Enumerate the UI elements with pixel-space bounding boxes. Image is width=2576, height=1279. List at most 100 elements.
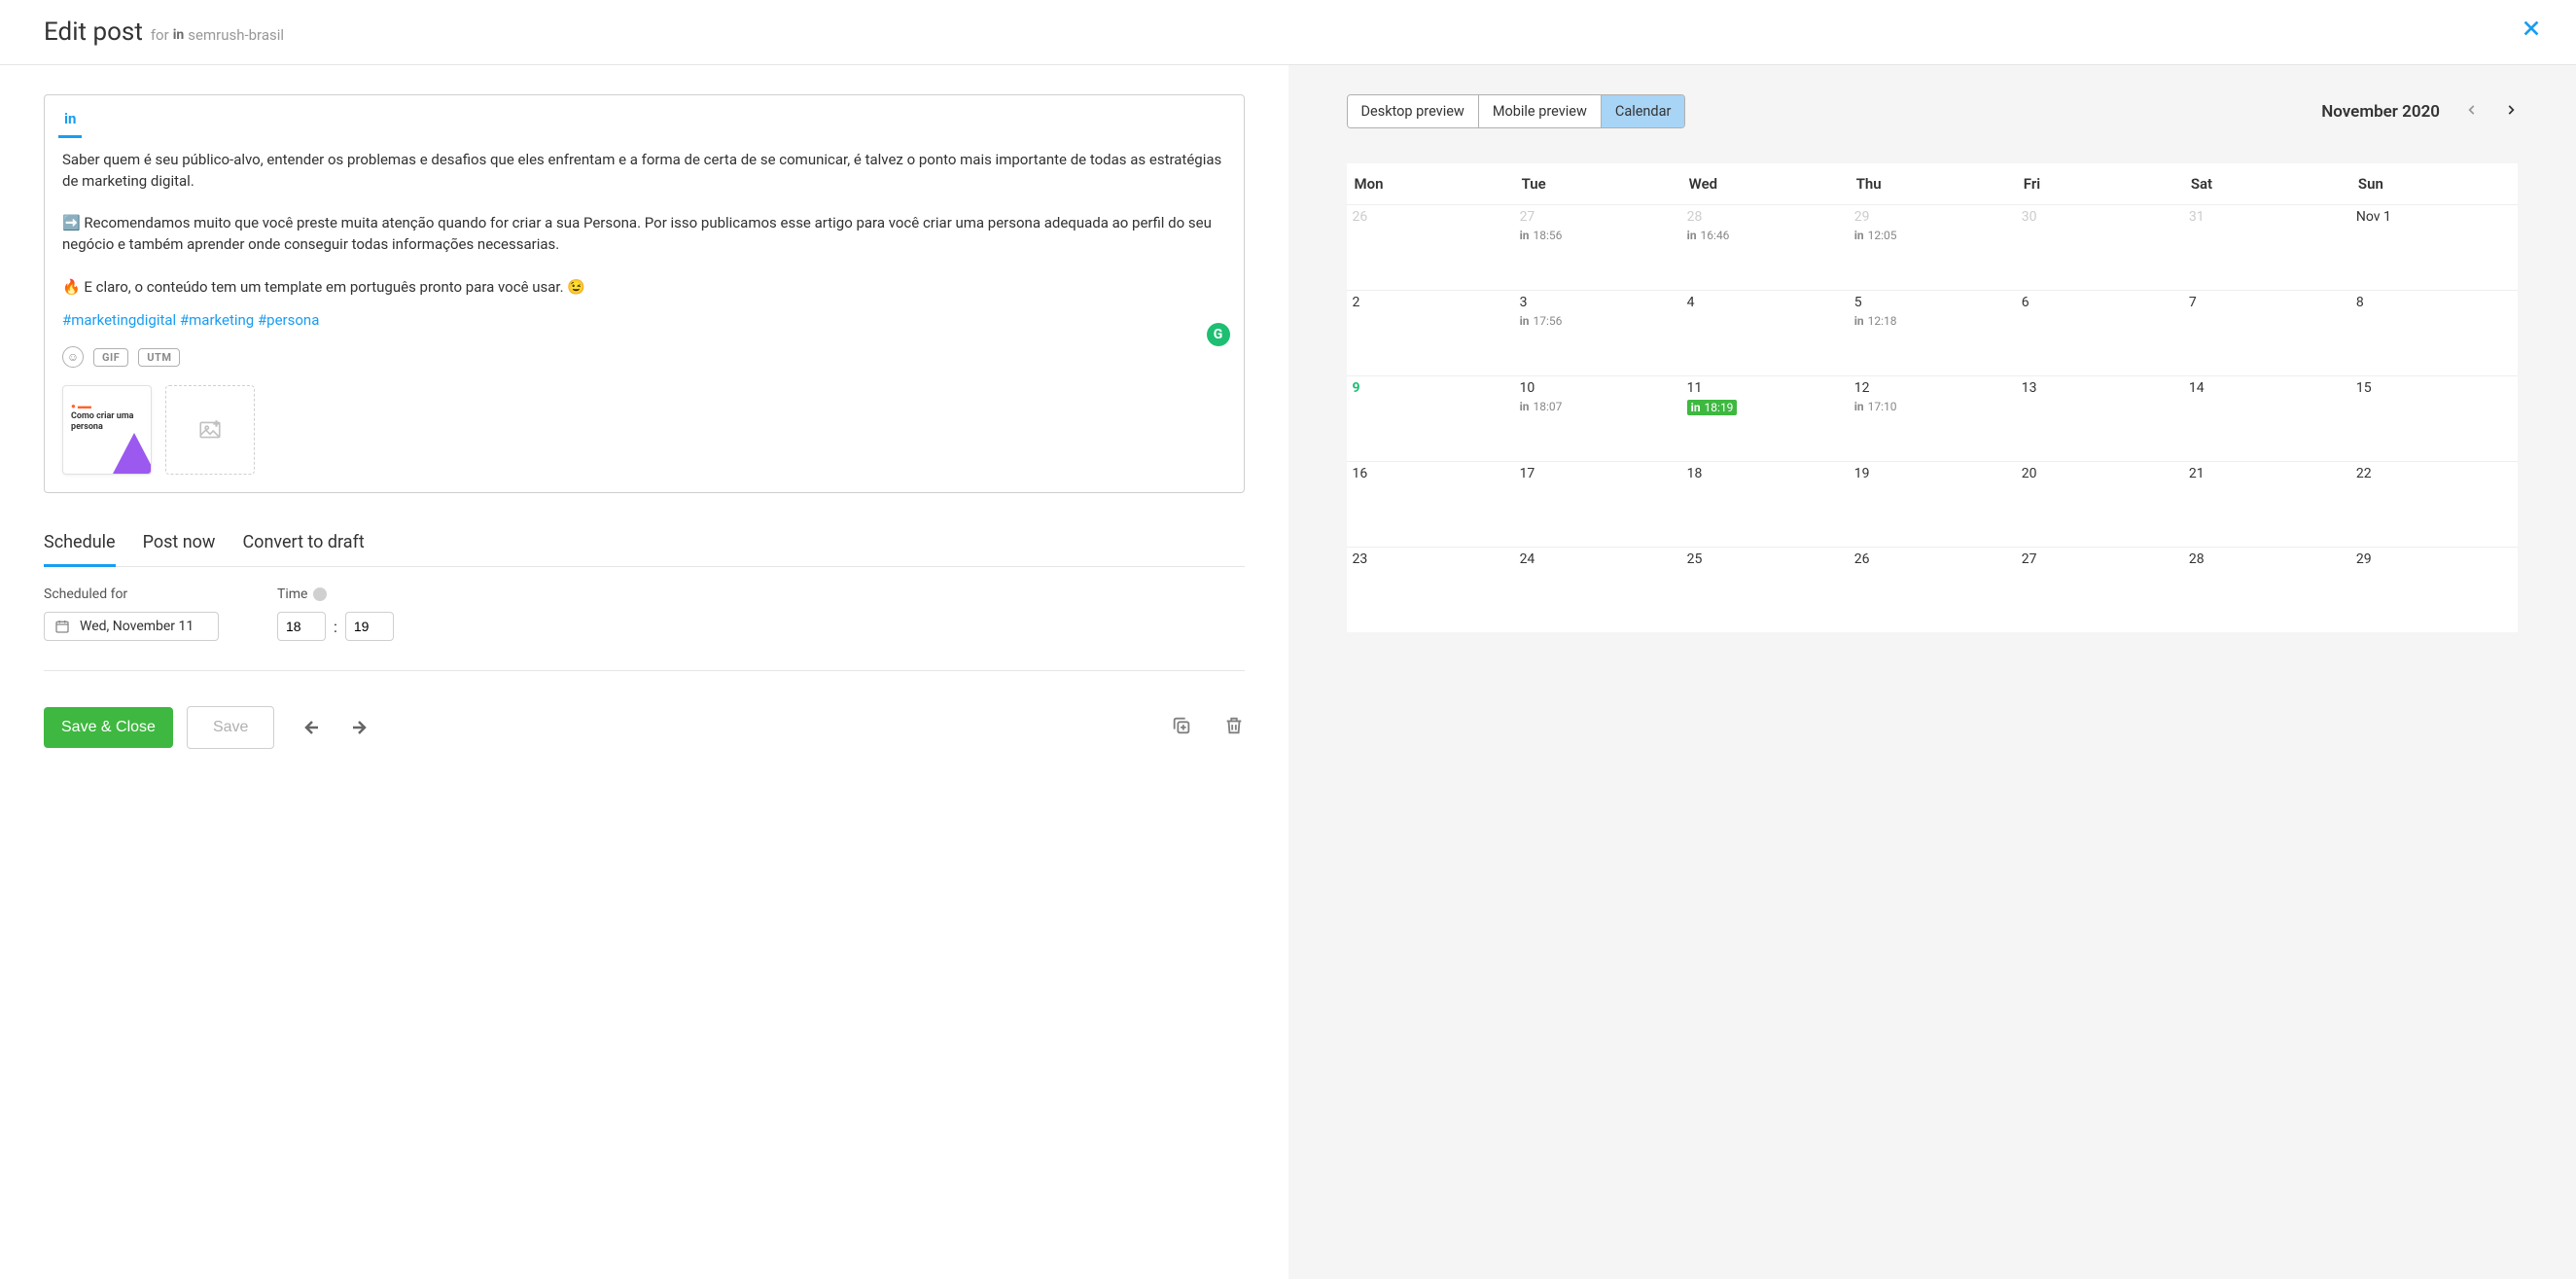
minute-input[interactable]	[345, 612, 394, 641]
calendar-dow: Fri	[2016, 163, 2183, 204]
next-month-button[interactable]	[2504, 102, 2518, 121]
compose-box: in Saber quem é seu público-alvo, entend…	[44, 94, 1245, 493]
account-context: for in semrush-brasil	[151, 26, 284, 44]
calendar-day[interactable]: 18	[1681, 461, 1849, 547]
calendar-dow: Wed	[1681, 163, 1849, 204]
calendar-month: November 2020	[2321, 102, 2440, 122]
duplicate-button[interactable]	[1171, 715, 1192, 740]
calendar-day[interactable]: 25	[1681, 547, 1849, 632]
linkedin-icon: in	[1520, 229, 1530, 242]
calendar-day[interactable]: 7	[2183, 290, 2350, 375]
header: Edit post for in semrush-brasil	[0, 0, 2576, 65]
close-button[interactable]	[2521, 18, 2542, 43]
calendar-event[interactable]: in18:07	[1520, 400, 1676, 413]
post-hashtags[interactable]: #marketingdigital #marketing #persona	[62, 311, 1226, 329]
prev-month-button[interactable]	[2465, 102, 2479, 121]
calendar-day[interactable]: 5in12:18	[1849, 290, 2016, 375]
calendar-day[interactable]: 2	[1347, 290, 1514, 375]
linkedin-icon: in	[173, 27, 185, 43]
calendar-day[interactable]: 31	[2183, 204, 2350, 290]
delete-button[interactable]	[1223, 715, 1245, 740]
calendar-event[interactable]: in17:10	[1854, 400, 2010, 413]
attached-image[interactable]: Como criar uma persona	[62, 385, 152, 475]
calendar-day[interactable]: 11in18:19	[1681, 375, 1849, 461]
linkedin-icon: in	[1854, 314, 1864, 328]
publish-mode-tabs: Schedule Post now Convert to draft	[44, 532, 1245, 567]
calendar-dow: Tue	[1514, 163, 1681, 204]
tab-schedule[interactable]: Schedule	[44, 532, 116, 567]
semrush-logo-icon	[71, 394, 92, 404]
calendar-day[interactable]: 29	[2350, 547, 2518, 632]
calendar-dow: Mon	[1347, 163, 1514, 204]
calendar-day[interactable]: 6	[2016, 290, 2183, 375]
calendar-day[interactable]: 15	[2350, 375, 2518, 461]
grammarly-icon[interactable]: G	[1207, 323, 1230, 346]
calendar-event[interactable]: in12:05	[1854, 229, 2010, 242]
calendar-day[interactable]: 4	[1681, 290, 1849, 375]
date-picker[interactable]: Wed, November 11	[44, 612, 219, 641]
calendar-day[interactable]: 26	[1849, 547, 2016, 632]
calendar-dow: Sun	[2350, 163, 2518, 204]
post-textarea[interactable]: Saber quem é seu público-alvo, entender …	[62, 150, 1226, 298]
calendar-day[interactable]: 24	[1514, 547, 1681, 632]
calendar-day[interactable]: 22	[2350, 461, 2518, 547]
calendar-dow: Thu	[1849, 163, 2016, 204]
utm-button[interactable]: UTM	[138, 348, 180, 367]
seg-mobile[interactable]: Mobile preview	[1479, 95, 1602, 127]
seg-desktop[interactable]: Desktop preview	[1348, 95, 1479, 127]
time-label: Time	[277, 586, 394, 602]
calendar-icon	[54, 619, 70, 634]
prev-post-button[interactable]	[296, 713, 325, 742]
linkedin-icon: in	[1520, 314, 1530, 328]
linkedin-icon: in	[1687, 229, 1697, 242]
linkedin-icon: in	[1691, 401, 1701, 414]
page-title: Edit post	[44, 18, 143, 47]
calendar-day[interactable]: 27	[2016, 547, 2183, 632]
calendar-day[interactable]: 20	[2016, 461, 2183, 547]
linkedin-icon: in	[1854, 400, 1864, 413]
tab-convert-draft[interactable]: Convert to draft	[242, 532, 364, 566]
next-post-button[interactable]	[346, 713, 375, 742]
calendar-event[interactable]: in12:18	[1854, 314, 2010, 328]
hour-input[interactable]	[277, 612, 326, 641]
scheduled-for-label: Scheduled for	[44, 586, 219, 602]
calendar-day[interactable]: 12in17:10	[1849, 375, 2016, 461]
linkedin-icon: in	[1854, 229, 1864, 242]
linkedin-icon: in	[1520, 400, 1530, 413]
calendar-day[interactable]: 13	[2016, 375, 2183, 461]
calendar-day[interactable]: 14	[2183, 375, 2350, 461]
calendar-day[interactable]: 29in12:05	[1849, 204, 2016, 290]
calendar-day[interactable]: 10in18:07	[1514, 375, 1681, 461]
calendar-event[interactable]: in18:19	[1687, 400, 1738, 415]
info-icon[interactable]	[313, 587, 327, 601]
save-button[interactable]: Save	[187, 706, 274, 749]
linkedin-icon: in	[64, 110, 76, 127]
gif-button[interactable]: GIF	[93, 348, 128, 367]
calendar-day[interactable]: 8	[2350, 290, 2518, 375]
preview-segment: Desktop preview Mobile preview Calendar	[1347, 94, 1686, 128]
calendar-day[interactable]: Nov 1	[2350, 204, 2518, 290]
save-close-button[interactable]: Save & Close	[44, 707, 173, 748]
calendar-day[interactable]: 26	[1347, 204, 1514, 290]
calendar-day[interactable]: 23	[1347, 547, 1514, 632]
calendar-event[interactable]: in16:46	[1687, 229, 1843, 242]
emoji-button[interactable]: ☺	[62, 346, 84, 368]
calendar-day[interactable]: 3in17:56	[1514, 290, 1681, 375]
calendar-dow: Sat	[2183, 163, 2350, 204]
calendar-day[interactable]: 9	[1347, 375, 1514, 461]
calendar-day[interactable]: 19	[1849, 461, 2016, 547]
calendar-day[interactable]: 16	[1347, 461, 1514, 547]
calendar-day[interactable]: 21	[2183, 461, 2350, 547]
add-image-button[interactable]	[165, 385, 255, 475]
seg-calendar[interactable]: Calendar	[1602, 95, 1685, 127]
calendar-day[interactable]: 17	[1514, 461, 1681, 547]
calendar-day[interactable]: 27in18:56	[1514, 204, 1681, 290]
calendar-day[interactable]: 28in16:46	[1681, 204, 1849, 290]
tab-linkedin[interactable]: in	[58, 105, 82, 138]
calendar-event[interactable]: in17:56	[1520, 314, 1676, 328]
tab-post-now[interactable]: Post now	[143, 532, 216, 566]
calendar-event[interactable]: in18:56	[1520, 229, 1676, 242]
calendar-day[interactable]: 28	[2183, 547, 2350, 632]
calendar-day[interactable]: 30	[2016, 204, 2183, 290]
calendar-grid: MonTueWedThuFriSatSun 2627in18:5628in16:…	[1347, 163, 2519, 632]
